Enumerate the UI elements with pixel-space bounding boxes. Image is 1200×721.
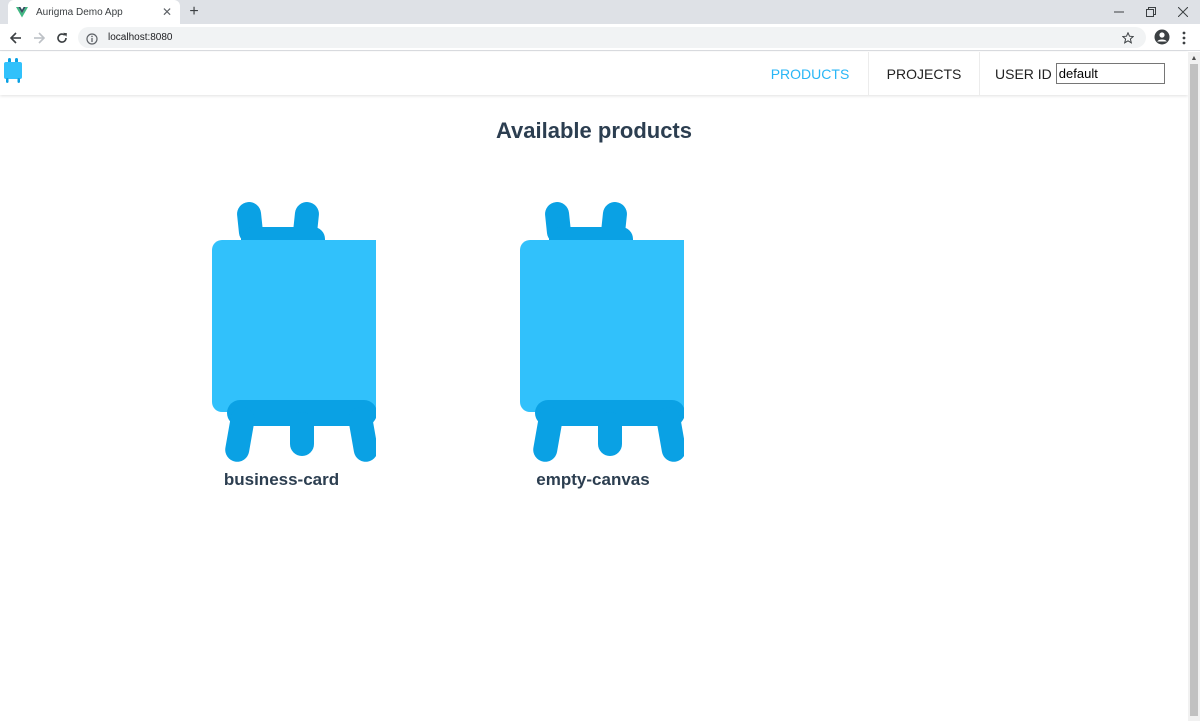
browser-tab[interactable]: Aurigma Demo App ✕ <box>8 0 180 24</box>
easel-logo-icon[interactable] <box>4 58 22 84</box>
page-viewport: PRODUCTS PROJECTS USER ID Available prod… <box>0 52 1200 721</box>
close-window-icon[interactable] <box>1166 0 1200 24</box>
scrollbar-thumb[interactable] <box>1190 64 1198 716</box>
page-title: Available products <box>495 118 692 143</box>
bookmark-star-icon[interactable] <box>1120 30 1136 46</box>
info-icon[interactable] <box>86 32 98 45</box>
app-navbar: PRODUCTS PROJECTS USER ID <box>0 52 1188 95</box>
back-arrow-icon[interactable] <box>6 28 26 48</box>
url-text: localhost:8080 <box>108 32 173 43</box>
address-bar[interactable]: localhost:8080 <box>78 27 1146 48</box>
minimize-icon[interactable] <box>1102 0 1136 24</box>
user-id-input[interactable] <box>1055 63 1165 84</box>
user-id-group: USER ID <box>995 52 1165 95</box>
product-card-business-card[interactable]: business-card <box>174 202 394 490</box>
profile-avatar-icon[interactable] <box>1153 28 1171 46</box>
browser-toolbar: localhost:8080 <box>0 24 1200 51</box>
vue-logo-icon <box>16 6 28 18</box>
easel-canvas-icon <box>212 202 376 462</box>
product-name[interactable]: business-card <box>169 470 394 490</box>
kebab-menu-icon[interactable] <box>1177 28 1191 48</box>
nav-divider <box>979 52 980 95</box>
vertical-scrollbar[interactable]: ▲ <box>1188 52 1200 721</box>
tab-title: Aurigma Demo App <box>36 6 123 18</box>
product-card-empty-canvas[interactable]: empty-canvas <box>482 202 702 490</box>
nav-projects-link[interactable]: PROJECTS <box>869 52 979 95</box>
new-tab-button[interactable]: + <box>184 2 204 22</box>
easel-canvas-icon <box>520 202 684 462</box>
restore-icon[interactable] <box>1134 0 1168 24</box>
forward-arrow-icon[interactable] <box>29 28 49 48</box>
close-tab-icon[interactable]: ✕ <box>160 5 174 19</box>
browser-tabstrip: Aurigma Demo App ✕ + <box>0 0 1200 24</box>
product-name[interactable]: empty-canvas <box>484 470 702 490</box>
user-id-label: USER ID <box>995 65 1052 82</box>
nav-products-link[interactable]: PRODUCTS <box>752 52 868 95</box>
scroll-up-arrow-icon[interactable]: ▲ <box>1188 52 1200 64</box>
reload-icon[interactable] <box>52 28 72 48</box>
